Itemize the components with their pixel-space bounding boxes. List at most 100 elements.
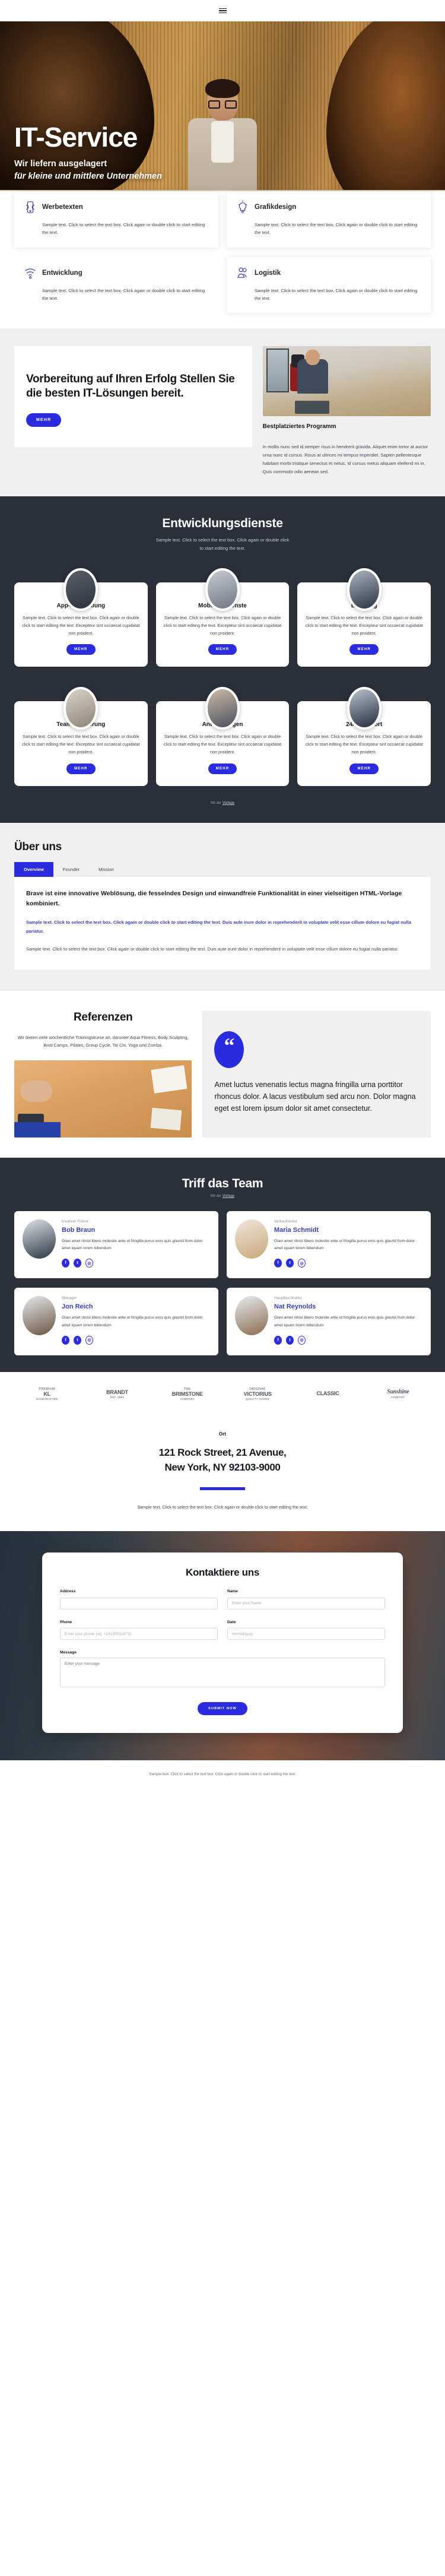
- service-card[interactable]: Mobilitätsdienste Sample text. Click to …: [155, 568, 290, 667]
- address-input[interactable]: [60, 1597, 218, 1609]
- feature-title: Logistik: [255, 269, 281, 277]
- member-socials: f t ◎: [62, 1259, 210, 1268]
- name-input[interactable]: [227, 1597, 385, 1609]
- footer-text: Sample text. Click to select the text bo…: [149, 1772, 296, 1777]
- team-row-1: kreativer Führer Bob Braun Glavi amet ri…: [14, 1211, 431, 1279]
- address-label: Address: [60, 1589, 76, 1594]
- team-section: Triff das Team Mit der Vorlage kreativer…: [0, 1157, 445, 1372]
- service-card[interactable]: Anwendungen Sample text. Click to select…: [155, 687, 290, 787]
- twitter-icon[interactable]: t: [286, 1259, 294, 1268]
- service-body: Sample text. Click to select the text bo…: [305, 734, 423, 755]
- location-kicker: Ort: [219, 1431, 226, 1437]
- service-more-button[interactable]: MEHR: [349, 763, 379, 775]
- field-phone: Phone: [60, 1620, 218, 1640]
- logo-bottom: COMPANY: [390, 1396, 405, 1399]
- services-title: Entwicklungsdienste: [162, 517, 283, 531]
- service-card[interactable]: 24/7-Support Sample text. Click to selec…: [297, 687, 431, 787]
- member-bio: Glavi amet ritnisl libero molestie ante …: [62, 1316, 203, 1327]
- team-member-card[interactable]: kreativer Führer Bob Braun Glavi amet ri…: [14, 1211, 218, 1279]
- tab-mission[interactable]: Mission: [89, 862, 123, 877]
- member-bio: Glavi amet ritnisl libero molestie ante …: [62, 1238, 203, 1251]
- phone-input[interactable]: [60, 1628, 218, 1640]
- instagram-icon[interactable]: ◎: [298, 1259, 306, 1268]
- hamburger-menu-icon[interactable]: [218, 8, 227, 14]
- feature-cards-section: Werbetexten Sample text. Click to select…: [0, 191, 445, 329]
- logo-main: KL: [43, 1390, 50, 1397]
- team-made-label: Mit der: [210, 1194, 223, 1198]
- facebook-icon[interactable]: f: [62, 1335, 69, 1345]
- preparation-image: [262, 346, 431, 417]
- service-body: Sample text. Click to select the text bo…: [163, 734, 282, 755]
- services-section: Entwicklungsdienste Sample text. Click t…: [0, 496, 445, 823]
- submit-button[interactable]: SUBMIT NOW: [198, 1702, 247, 1716]
- feature-card-logistik[interactable]: Logistik Sample text. Click to select th…: [227, 256, 431, 313]
- preparation-text-card: Vorbereitung auf Ihren Erfolg Stellen Si…: [14, 346, 252, 447]
- made-with-link[interactable]: Vorlage: [223, 801, 234, 805]
- instagram-icon[interactable]: ◎: [298, 1335, 306, 1345]
- facebook-icon[interactable]: f: [62, 1259, 69, 1268]
- twitter-icon[interactable]: t: [286, 1335, 294, 1345]
- logo-main: BRIMSTONE: [171, 1390, 203, 1397]
- service-more-button[interactable]: MEHR: [66, 763, 96, 775]
- message-textarea[interactable]: [60, 1658, 385, 1688]
- page-title: IT-Service: [14, 121, 138, 153]
- avatar: [347, 687, 382, 730]
- services-row-1: App-Entwicklung Sample text. Click to se…: [14, 568, 431, 667]
- service-more-button[interactable]: MEHR: [349, 644, 379, 655]
- testimonial-paragraph: Wir bieten viele wöchentliche Trainingsk…: [17, 1034, 189, 1048]
- member-socials: f t ◎: [62, 1335, 210, 1345]
- instagram-icon[interactable]: ◎: [85, 1259, 93, 1268]
- team-member-card[interactable]: Hauptbuchhalter Nat Reynolds Glavi amet …: [227, 1288, 431, 1355]
- team-member-card[interactable]: Verkaufsleiter Maria Schmidt Glavi amet …: [227, 1211, 431, 1279]
- member-role: Manager: [62, 1296, 77, 1301]
- service-more-button[interactable]: MEHR: [208, 644, 237, 655]
- facebook-icon[interactable]: f: [274, 1259, 282, 1268]
- tab-overview[interactable]: Overview: [14, 862, 53, 877]
- facebook-icon[interactable]: f: [274, 1335, 282, 1345]
- phone-label: Phone: [60, 1620, 72, 1624]
- avatar: [235, 1219, 268, 1259]
- feature-card-grafikdesign[interactable]: Grafikdesign Sample text. Click to selec…: [227, 191, 431, 248]
- about-tabs: Overview Founder Mission: [14, 862, 431, 877]
- team-member-card[interactable]: Manager Jon Reich Glavi amet ritnisl lib…: [14, 1288, 218, 1355]
- testimonial-left: Referenzen Wir bieten viele wöchentliche…: [14, 1011, 192, 1138]
- avatar: [205, 687, 240, 730]
- member-bio: Glavi amet ritnisl libero molestie ante …: [274, 1316, 415, 1327]
- preparation-heading: Vorbereitung auf Ihren Erfolg Stellen Si…: [26, 373, 235, 400]
- avatar: [63, 687, 98, 730]
- preparation-subheading: Bestplatziertes Programm: [262, 423, 336, 430]
- partner-logo: PREMIUM KL HANDCRAFTED: [14, 1387, 80, 1401]
- lightbulb-icon: [238, 201, 247, 213]
- partner-logo: THE BRIMSTONE COMPANY: [155, 1387, 220, 1401]
- made-with-credit: Mit der Vorlage: [14, 801, 431, 805]
- service-more-button[interactable]: MEHR: [208, 763, 237, 775]
- about-body-text: Sample text. Click to select the text bo…: [26, 946, 399, 952]
- service-more-button[interactable]: MEHR: [66, 644, 96, 655]
- feature-card-werbetexten[interactable]: Werbetexten Sample text. Click to select…: [14, 191, 218, 248]
- service-card[interactable]: Beratung Sample text. Click to select th…: [297, 568, 431, 667]
- service-body: Sample text. Click to select the text bo…: [22, 614, 140, 636]
- wifi-icon: [25, 268, 36, 278]
- address-line-2: New York, NY 92103-9000: [164, 1462, 281, 1474]
- contact-section: Kontaktiere uns Address Name Phone Date: [0, 1531, 445, 1761]
- member-name: Bob Braun: [62, 1226, 96, 1234]
- location-paragraph: Sample text. Click to select the text bo…: [137, 1504, 308, 1510]
- hero-subtitle-line1: Wir liefern ausgelagert: [14, 159, 107, 169]
- hero-subtitle-line2: für kleine und mittlere Unternehmen: [14, 171, 162, 181]
- member-role: Verkaufsleiter: [274, 1219, 297, 1224]
- team-made-link[interactable]: Vorlage: [223, 1194, 234, 1198]
- tab-founder[interactable]: Founder: [53, 862, 89, 877]
- accent-divider: [200, 1487, 245, 1490]
- twitter-icon[interactable]: t: [74, 1259, 81, 1268]
- preparation-more-button[interactable]: MEHR: [26, 413, 62, 427]
- hero-subtitle: Wir liefern ausgelagert für kleine und m…: [14, 158, 162, 183]
- service-card[interactable]: App-Entwicklung Sample text. Click to se…: [14, 568, 148, 667]
- date-input[interactable]: [227, 1628, 385, 1640]
- feature-card-entwicklung[interactable]: Entwicklung Sample text. Click to select…: [14, 256, 218, 313]
- instagram-icon[interactable]: ◎: [85, 1335, 93, 1345]
- date-label: Date: [227, 1620, 236, 1624]
- twitter-icon[interactable]: t: [74, 1335, 81, 1345]
- team-row-2: Manager Jon Reich Glavi amet ritnisl lib…: [14, 1288, 431, 1355]
- service-card[interactable]: Teamerweiterung Sample text. Click to se…: [14, 687, 148, 787]
- feature-row-1: Werbetexten Sample text. Click to select…: [0, 191, 445, 248]
